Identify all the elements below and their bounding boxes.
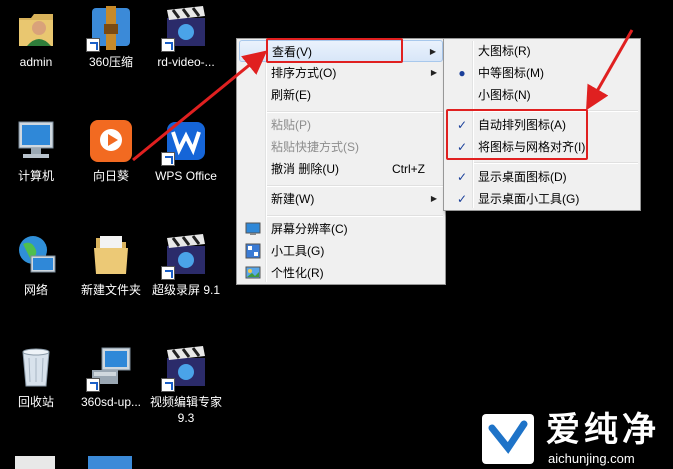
annotation-arrow-to-view [132,50,268,162]
brand-logo-icon [482,414,534,464]
watermark-url: aichunjing.com [548,451,635,466]
watermark: 爱纯净 aichunjing.com [476,408,673,469]
annotation-arrows [132,29,634,162]
watermark-brand: 爱纯净 [546,410,660,450]
annotation-arrow-to-submenu [586,29,634,111]
